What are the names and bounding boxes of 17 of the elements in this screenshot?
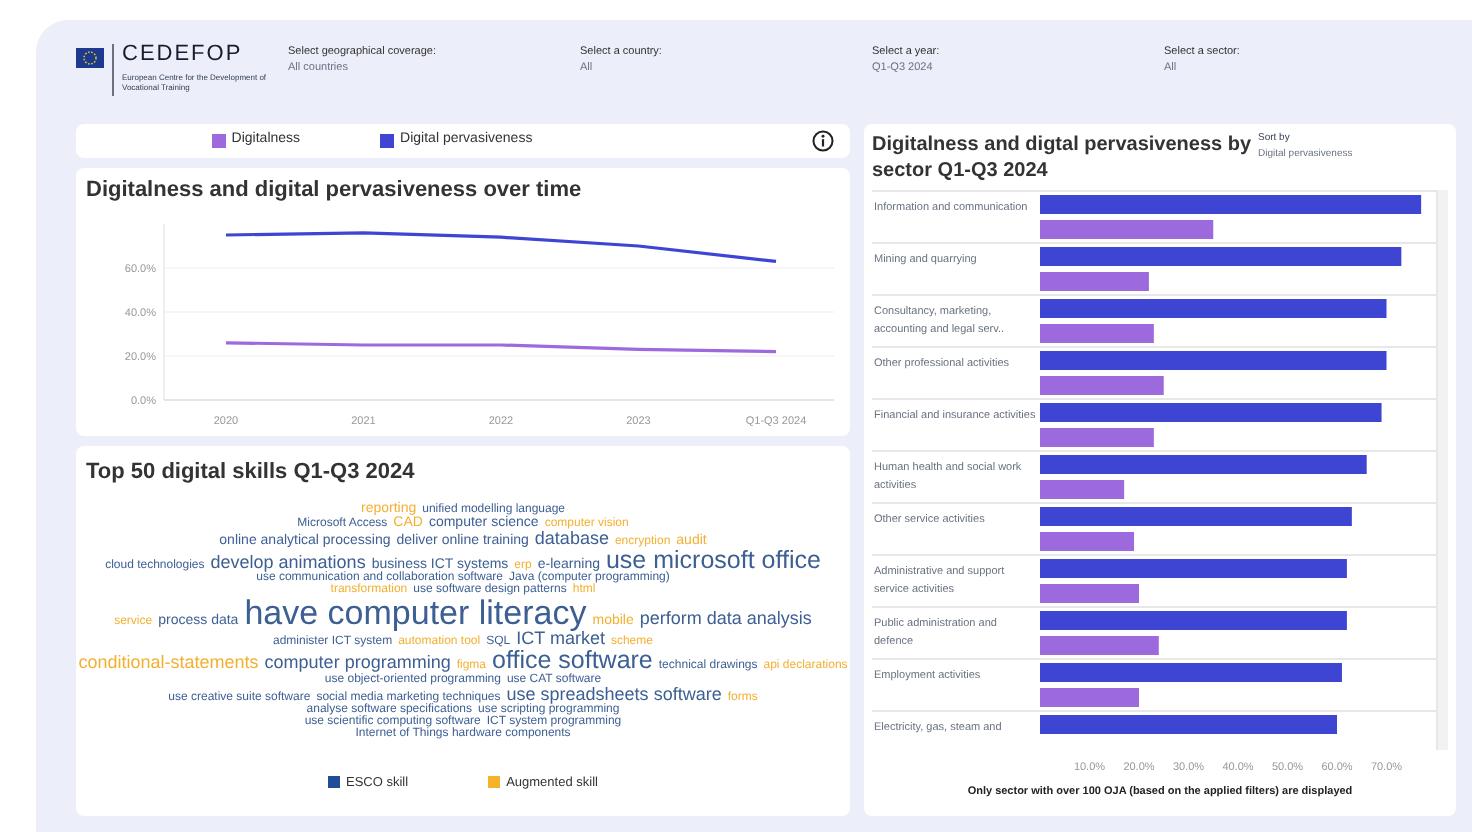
skill-word: develop animations bbox=[210, 553, 366, 571]
skill-word: use spreadsheets software bbox=[506, 685, 722, 703]
skill-word: conditional-statements bbox=[78, 654, 259, 672]
skill-word: office software bbox=[492, 648, 653, 673]
scrollbar[interactable] bbox=[1436, 190, 1448, 750]
flag-icon bbox=[76, 48, 104, 68]
info-icon[interactable] bbox=[812, 130, 834, 152]
panel-title: Digitalness and digtal pervasiveness by sector Q1-Q3 2024 bbox=[872, 132, 1252, 184]
panel-title: Top 50 digital skills Q1-Q3 2024 bbox=[84, 458, 417, 488]
skill-word: computer programming bbox=[264, 654, 451, 672]
panel-title: Digitalness and digital pervasiveness over time bbox=[84, 176, 584, 206]
skill-word: database bbox=[534, 529, 609, 547]
skill-word: perform data analysis bbox=[639, 610, 812, 628]
skill-word: ICT market bbox=[516, 630, 605, 648]
skill-word: have computer literacy bbox=[244, 596, 587, 630]
skill-word: use microsoft office bbox=[605, 547, 821, 572]
logo-text: CEDEFOP bbox=[122, 44, 245, 66]
